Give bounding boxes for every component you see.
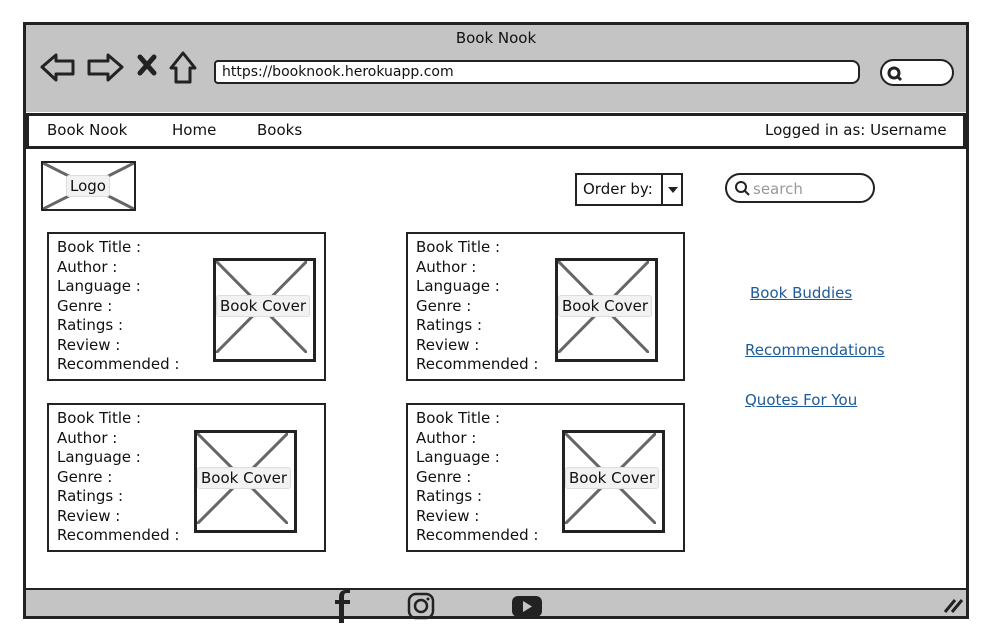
browser-search-button[interactable]: [880, 59, 954, 86]
home-icon[interactable]: [169, 51, 197, 84]
search-placeholder: search: [753, 180, 803, 198]
close-icon[interactable]: [137, 54, 157, 76]
browser-nav-icons: [40, 51, 197, 84]
book-cover-image: Book Cover: [194, 430, 297, 533]
logo: Logo: [41, 161, 136, 211]
dropdown-arrow-icon[interactable]: [661, 175, 683, 204]
book-fields: Book Title : Author : Language : Genre : Ra…: [57, 409, 180, 544]
cover-label: Book Cover: [565, 467, 660, 489]
facebook-icon[interactable]: [330, 590, 354, 623]
logged-in-user: Logged in as: Username: [765, 121, 947, 139]
instagram-icon[interactable]: [407, 592, 435, 620]
book-fields: Book Title : Author : Language : Genre : Ra…: [57, 238, 180, 373]
forward-icon[interactable]: [87, 53, 124, 82]
cover-label: Book Cover: [558, 295, 653, 317]
book-fields: Book Title : Author : Language : Genre : Ra…: [416, 238, 539, 373]
order-by-label: Order by:: [583, 180, 653, 198]
link-recommendations[interactable]: Recommendations: [745, 341, 885, 359]
order-by-dropdown[interactable]: Order by:: [575, 173, 683, 206]
book-fields: Book Title : Author : Language : Genre : Ra…: [416, 409, 539, 544]
window-title: Book Nook: [455, 29, 537, 47]
book-cover-image: Book Cover: [555, 258, 658, 362]
link-book-buddies[interactable]: Book Buddies: [750, 284, 852, 302]
address-bar[interactable]: https://booknook.herokuapp.com: [214, 60, 860, 84]
nav-brand[interactable]: Book Nook: [47, 121, 127, 139]
search-input[interactable]: search: [725, 173, 875, 203]
nav-home[interactable]: Home: [172, 121, 216, 139]
search-icon: [735, 181, 750, 196]
book-card[interactable]: Book Title : Author : Language : Genre : Ra…: [406, 403, 685, 552]
book-card[interactable]: Book Title : Author : Language : Genre : Ra…: [47, 232, 326, 381]
footer: [23, 588, 969, 619]
nav-books[interactable]: Books: [257, 121, 302, 139]
youtube-icon[interactable]: [511, 595, 543, 618]
logo-label: Logo: [66, 175, 110, 197]
book-card[interactable]: Book Title : Author : Language : Genre : Ra…: [47, 403, 326, 552]
back-icon[interactable]: [40, 53, 75, 82]
link-quotes-for-you[interactable]: Quotes For You: [745, 391, 857, 409]
book-cover-image: Book Cover: [562, 430, 665, 533]
book-cover-image: Book Cover: [213, 258, 316, 362]
search-icon: [887, 66, 903, 82]
cover-label: Book Cover: [216, 295, 311, 317]
book-card[interactable]: Book Title : Author : Language : Genre : Ra…: [406, 232, 685, 381]
cover-label: Book Cover: [197, 467, 292, 489]
resize-grip-icon[interactable]: [943, 596, 965, 614]
